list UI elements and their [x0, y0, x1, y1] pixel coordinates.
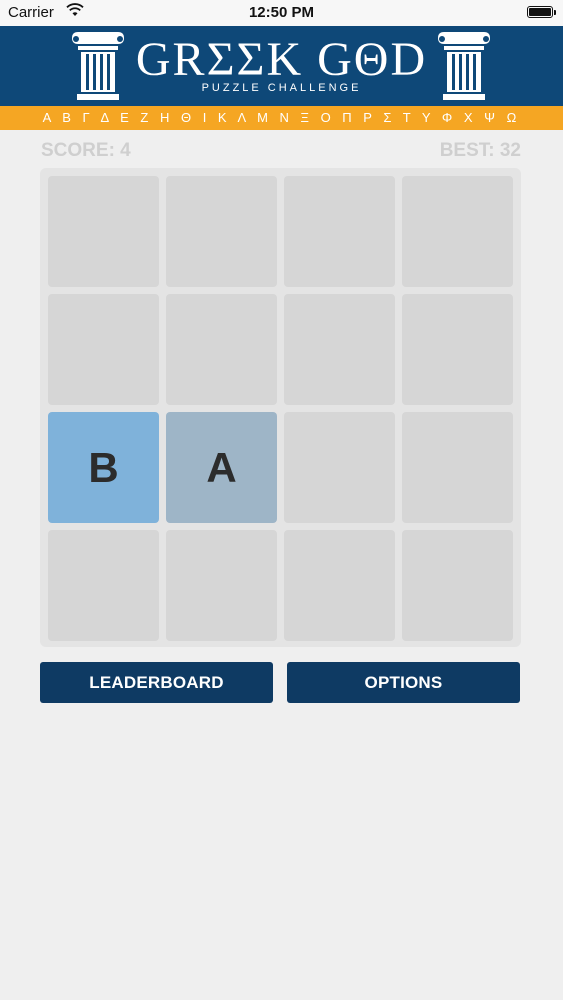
board-tile [402, 176, 513, 287]
options-button[interactable]: OPTIONS [287, 662, 520, 703]
board-tile [402, 412, 513, 523]
letter-tile-b: B [48, 412, 159, 523]
header-banner: GRΣΣK GΘD PUZZLE CHALLENGE [0, 26, 563, 106]
board-tile [284, 294, 395, 405]
board-tile [402, 530, 513, 641]
board-tile [166, 176, 277, 287]
board-tile [166, 294, 277, 405]
board-tile [284, 530, 395, 641]
greek-column-icon [434, 32, 494, 102]
board-tile [166, 530, 277, 641]
best-score-label: BEST: 32 [439, 140, 521, 161]
score-label: SCORE: 4 [41, 140, 131, 161]
letter-tile-a: A [166, 412, 277, 523]
leaderboard-button[interactable]: LEADERBOARD [40, 662, 273, 703]
board-tile [402, 294, 513, 405]
greek-alphabet-strip: Α Β Γ Δ Ε Ζ Η Θ Ι Κ Λ Μ Ν Ξ Ο Π Ρ Σ Τ Υ … [0, 106, 563, 130]
battery-icon [527, 6, 556, 18]
board-tile [284, 176, 395, 287]
board-tile [48, 294, 159, 405]
clock: 12:50 PM [248, 4, 315, 21]
board-tile [48, 530, 159, 641]
board-tile [284, 412, 395, 523]
game-board[interactable]: B A [40, 168, 521, 647]
board-tile [48, 176, 159, 287]
status-bar: Carrier 12:50 PM [0, 0, 563, 26]
